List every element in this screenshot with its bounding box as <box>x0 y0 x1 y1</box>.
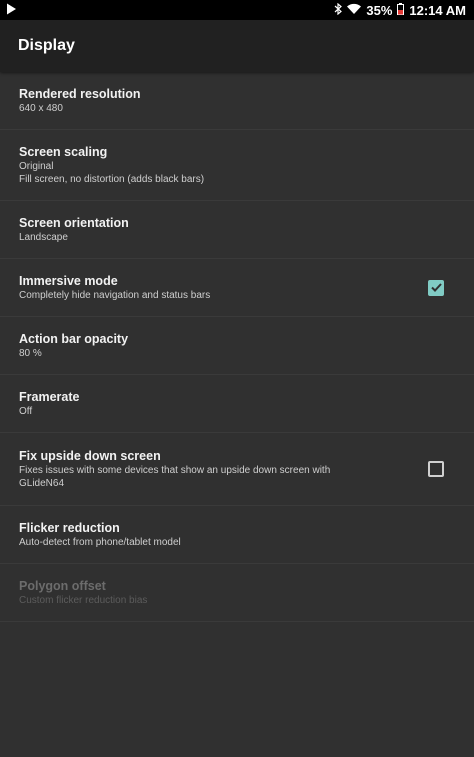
pref-polygon-offset: Polygon offset Custom flicker reduction … <box>0 564 474 622</box>
pref-title: Fix upside down screen <box>19 448 161 463</box>
pref-flicker-reduction[interactable]: Flicker reduction Auto-detect from phone… <box>0 506 474 564</box>
pref-action-bar-opacity[interactable]: Action bar opacity 80 % <box>0 317 474 375</box>
pref-summary: Fixes issues with some devices that show… <box>19 464 331 476</box>
fix-upside-down-checkbox[interactable] <box>428 461 444 477</box>
preference-list: Rendered resolution 640 x 480 Screen sca… <box>0 72 474 622</box>
battery-icon <box>397 2 405 18</box>
pref-immersive-mode[interactable]: Immersive mode Completely hide navigatio… <box>0 259 474 317</box>
pref-screen-scaling[interactable]: Screen scaling Original Fill screen, no … <box>0 130 474 201</box>
battery-percent: 35% <box>366 2 393 18</box>
pref-screen-orientation[interactable]: Screen orientation Landscape <box>0 201 474 259</box>
clock: 12:14 AM <box>409 2 466 18</box>
pref-summary-detail: Fill screen, no distortion (adds black b… <box>19 173 205 185</box>
pref-title: Rendered resolution <box>19 86 141 101</box>
pref-summary: Auto-detect from phone/tablet model <box>19 536 181 548</box>
check-icon <box>430 283 442 292</box>
pref-summary: Custom flicker reduction bias <box>19 594 148 606</box>
pref-title: Flicker reduction <box>19 520 120 535</box>
app-bar: Display <box>0 20 474 72</box>
pref-title: Screen orientation <box>19 215 129 230</box>
pref-title: Screen scaling <box>19 144 108 159</box>
pref-title: Immersive mode <box>19 273 118 288</box>
pref-summary: Original <box>19 160 54 172</box>
pref-framerate[interactable]: Framerate Off <box>0 375 474 433</box>
pref-fix-upside-down-screen[interactable]: Fix upside down screen Fixes issues with… <box>0 433 474 506</box>
pref-summary: Off <box>19 405 33 417</box>
pref-summary: Landscape <box>19 231 68 243</box>
play-store-icon <box>6 3 17 18</box>
wifi-icon <box>347 3 362 18</box>
pref-rendered-resolution[interactable]: Rendered resolution 640 x 480 <box>0 72 474 130</box>
pref-summary: 80 % <box>19 347 42 359</box>
page-title: Display <box>18 37 75 54</box>
status-bar: 35% 12:14 AM <box>0 0 474 20</box>
pref-summary-detail: GLideN64 <box>19 477 65 489</box>
pref-title: Polygon offset <box>19 578 106 593</box>
pref-summary: Completely hide navigation and status ba… <box>19 289 211 301</box>
immersive-mode-checkbox[interactable] <box>428 279 444 296</box>
pref-title: Framerate <box>19 389 80 404</box>
pref-summary: 640 x 480 <box>19 102 63 114</box>
bluetooth-icon <box>334 2 343 18</box>
pref-title: Action bar opacity <box>19 331 129 346</box>
